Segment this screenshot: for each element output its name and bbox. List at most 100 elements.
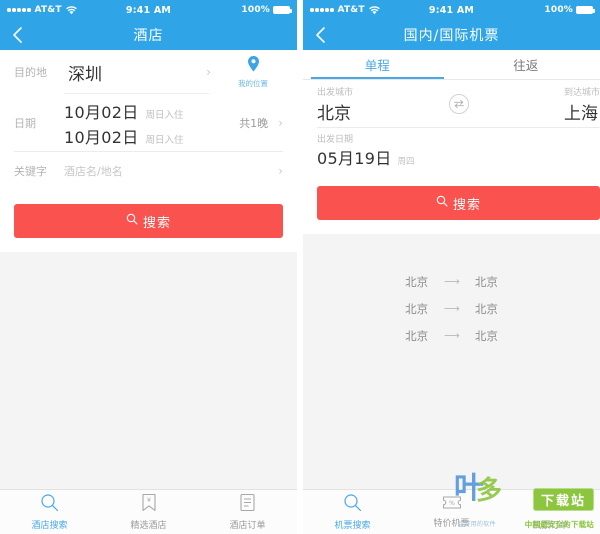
- tab-featured-hotels[interactable]: ¥ 精选酒店: [99, 490, 198, 534]
- tab-label: 机票搜索: [334, 521, 371, 531]
- arrow-right-icon: ⟶: [444, 302, 460, 315]
- keyword-input[interactable]: 酒店名/地名: [64, 163, 123, 179]
- departure-date-row[interactable]: 出发日期 05月19日 周四: [303, 128, 600, 172]
- back-chevron-icon[interactable]: [0, 20, 34, 50]
- keyword-row[interactable]: 关键字 酒店名/地名 ›: [0, 152, 297, 190]
- battery-percent: 100%: [544, 5, 573, 15]
- ticket-icon: %: [442, 495, 462, 514]
- arrow-right-icon: ⟶: [444, 329, 460, 342]
- swap-button[interactable]: [353, 94, 564, 114]
- checkin-line: 10月02日 周日入住: [64, 99, 184, 123]
- status-bar-hotel: AT&T 9:41 AM 100%: [0, 0, 297, 20]
- departure-date-label: 出发日期: [317, 134, 354, 145]
- checkout-line: 10月02日 周日入住: [64, 124, 184, 148]
- search-icon: [126, 213, 138, 229]
- tab-round-trip[interactable]: 往返: [452, 50, 600, 79]
- nights-count: 共1晚: [239, 117, 269, 130]
- battery-full-icon: [576, 6, 595, 14]
- destination-field[interactable]: 深圳 ›: [64, 50, 223, 94]
- tab-active-underline: [311, 77, 444, 79]
- tab-flight-search[interactable]: 机票搜索: [303, 490, 402, 534]
- battery-full-icon: [273, 6, 292, 14]
- departure-date-values: 05月19日 周四: [317, 145, 600, 169]
- page-title: 酒店: [133, 28, 164, 44]
- hotel-search-form: 目的地 深圳 › 我的位置 日期 10月02日 周日入住 10月02日 周日入住…: [0, 50, 297, 190]
- keyword-label: 关键字: [14, 165, 47, 178]
- date-values: 10月02日 周日入住 10月02日 周日入住: [64, 99, 184, 148]
- swap-arrows-icon: [448, 94, 469, 114]
- svg-text:¥: ¥: [146, 496, 150, 504]
- hotel-navbar: 酒店: [0, 20, 297, 50]
- wifi-icon: [368, 5, 380, 15]
- back-chevron-icon[interactable]: [303, 20, 337, 50]
- list-item[interactable]: 北京 ⟶ 北京: [303, 295, 600, 322]
- trip-type-tabs: 单程 往返: [303, 50, 600, 80]
- search-icon: [343, 493, 362, 516]
- list-item[interactable]: 北京 ⟶ 北京: [303, 322, 600, 349]
- arrival-city-value: 上海: [563, 103, 598, 124]
- status-right: 100%: [544, 5, 595, 15]
- status-bar-flight: AT&T 9:41 AM 100%: [303, 0, 600, 20]
- history-to: 北京: [474, 274, 498, 289]
- departure-city-label: 出发城市: [317, 87, 354, 98]
- order-list-icon: [542, 493, 559, 516]
- chevron-right-icon: ›: [278, 116, 283, 130]
- hotel-search-button-wrap: 搜索: [0, 190, 297, 252]
- carrier-label: AT&T: [34, 5, 62, 15]
- flight-search-form: 出发城市 北京 到达城市 上海 出发日期 05月19日 周四: [303, 80, 600, 172]
- date-row[interactable]: 日期 10月02日 周日入住 10月02日 周日入住 共1晚 ›: [0, 94, 297, 152]
- tab-label: 酒店订单: [229, 521, 266, 531]
- arrival-city-label: 到达城市: [563, 87, 600, 98]
- wifi-icon: [65, 5, 77, 15]
- carrier-label: AT&T: [337, 5, 365, 15]
- arrow-right-icon: ⟶: [444, 275, 460, 288]
- signal-dots-icon: [310, 8, 334, 12]
- status-left: AT&T: [310, 5, 380, 15]
- list-item[interactable]: 北京 ⟶ 北京: [303, 268, 600, 295]
- search-button-label: 搜索: [452, 197, 481, 213]
- tab-one-way[interactable]: 单程: [303, 50, 452, 79]
- tab-hotel-orders[interactable]: 酒店订单: [198, 490, 297, 534]
- search-history-list: 北京 ⟶ 北京 北京 ⟶ 北京 北京 ⟶ 北京: [303, 234, 600, 349]
- chevron-right-icon: ›: [206, 65, 211, 79]
- history-to: 北京: [474, 301, 498, 316]
- history-from: 北京: [405, 274, 429, 289]
- checkout-date: 10月02日: [64, 127, 139, 147]
- flight-search-button-wrap: 搜索: [303, 172, 600, 234]
- arrival-city-field[interactable]: 到达城市 上海: [564, 85, 600, 124]
- signal-dots-icon: [7, 8, 31, 12]
- tab-label: 酒店搜索: [31, 521, 68, 531]
- my-location-button[interactable]: 我的位置: [223, 55, 283, 89]
- checkin-date: 10月02日: [64, 102, 139, 122]
- status-right: 100%: [241, 5, 292, 15]
- hotel-screen: AT&T 9:41 AM 100% 酒店 目的地 深圳 › 我的位置 日期 10…: [0, 0, 297, 534]
- search-icon: [40, 493, 59, 516]
- flight-tabbar: 机票搜索 % 特价机票 机票订单: [303, 489, 600, 534]
- search-icon: [436, 195, 448, 211]
- tab-discount-flights[interactable]: % 特价机票: [402, 490, 501, 534]
- hotel-tabbar: 酒店搜索 ¥ 精选酒店 酒店订单: [0, 489, 297, 534]
- tab-label: 精选酒店: [130, 521, 167, 531]
- svg-text:%: %: [449, 500, 455, 507]
- departure-city-value: 北京: [317, 103, 351, 124]
- departure-city-field[interactable]: 出发城市 北京: [303, 85, 353, 124]
- search-button[interactable]: 搜索: [317, 186, 600, 220]
- location-pin-icon: [246, 55, 261, 77]
- battery-percent: 100%: [241, 5, 270, 15]
- departure-weekday: 周四: [397, 156, 415, 167]
- search-button[interactable]: 搜索: [14, 204, 283, 238]
- page-title: 国内/国际机票: [403, 28, 500, 44]
- checkout-day: 周日入住: [145, 134, 184, 146]
- history-from: 北京: [405, 301, 429, 316]
- tab-hotel-search[interactable]: 酒店搜索: [0, 490, 99, 534]
- tab-flight-orders[interactable]: 机票订单: [501, 490, 600, 534]
- destination-label: 目的地: [14, 66, 47, 79]
- history-to: 北京: [474, 328, 498, 343]
- departure-date-value: 05月19日: [317, 148, 392, 168]
- flight-navbar: 国内/国际机票: [303, 20, 600, 50]
- city-selection-row: 出发城市 北京 到达城市 上海: [303, 80, 600, 128]
- destination-row[interactable]: 目的地 深圳 › 我的位置: [0, 50, 297, 94]
- status-left: AT&T: [7, 5, 77, 15]
- dual-screenshot-container: AT&T 9:41 AM 100% 酒店 目的地 深圳 › 我的位置 日期 10…: [0, 0, 600, 534]
- destination-value: 深圳: [68, 64, 102, 85]
